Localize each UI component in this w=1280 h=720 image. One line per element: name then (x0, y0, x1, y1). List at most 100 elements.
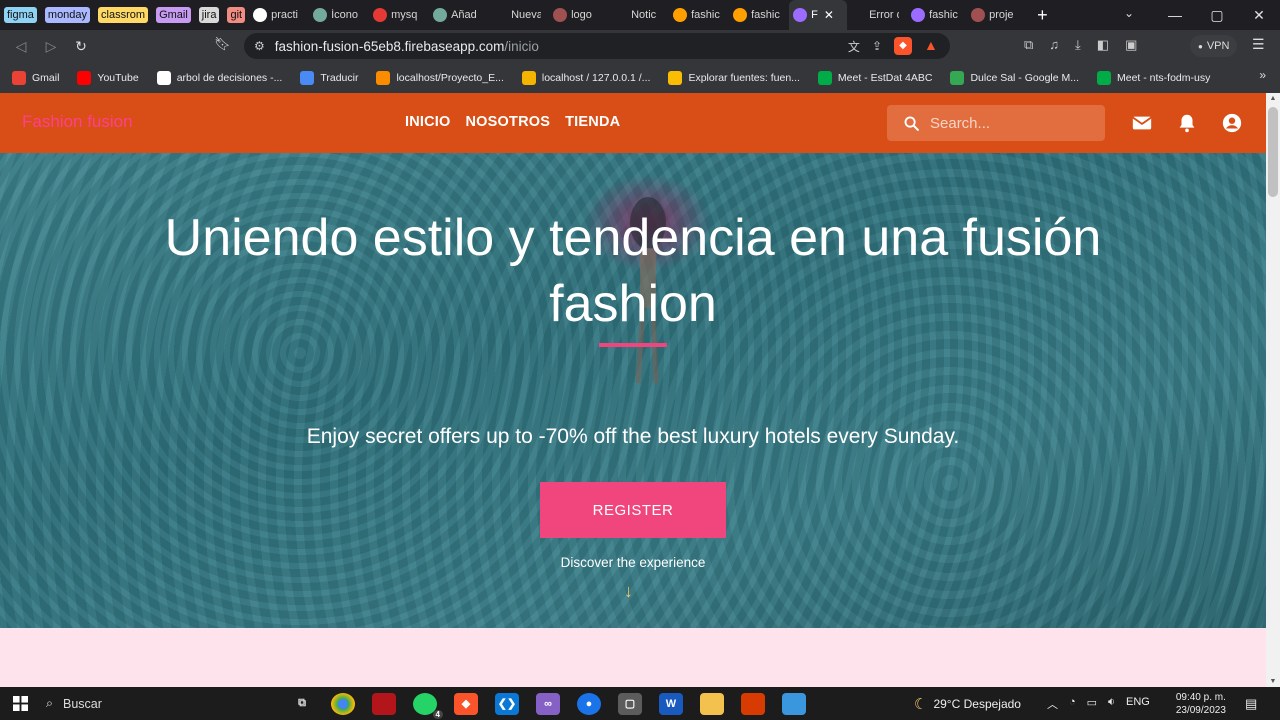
nav-nosotros[interactable]: NOSOTROS (466, 114, 551, 130)
browser-tab[interactable]: fashic (907, 0, 967, 30)
page-scrollbar[interactable]: ▲ ▼ (1266, 93, 1280, 687)
bookmark-page-icon[interactable]: 🔖︎ (214, 36, 231, 52)
tab-group-label: monday (44, 7, 91, 23)
taskbar-search[interactable]: ⌕ Buscar (46, 696, 286, 711)
bookmark-favicon-icon (156, 70, 171, 85)
back-icon[interactable]: ◁ (6, 38, 36, 55)
whatsapp-icon[interactable]: 4 (413, 692, 443, 719)
browser-tab[interactable]: proje (967, 0, 1027, 30)
bookmark-item[interactable]: arbol de decisiones -... (156, 70, 282, 85)
visual-studio-icon[interactable]: ∞ (536, 692, 560, 715)
bookmark-tab-group-2[interactable]: classrom (94, 0, 152, 30)
office-icon[interactable] (741, 692, 765, 715)
address-bar[interactable]: ⚙ fashion-fusion-65eb8.firebaseapp.com/i… (244, 33, 950, 59)
browser-menu-icon[interactable]: ☰ (1252, 36, 1265, 53)
brave-icon[interactable]: ◆ (454, 692, 478, 715)
bookmark-item[interactable]: Gmail (12, 70, 60, 85)
translate-icon[interactable]: 文 (848, 38, 860, 55)
brave-rewards-icon[interactable]: ▲ (924, 37, 942, 55)
bookmark-item[interactable]: Meet - EstDat 4ABC (817, 70, 933, 85)
tab-favicon-icon (793, 8, 808, 22)
bookmark-label: Gmail (32, 71, 60, 84)
sidebar-icon[interactable]: ◧ (1097, 37, 1109, 53)
bookmark-tab-group-5[interactable]: git (223, 0, 249, 30)
browser-tab[interactable]: Añad (429, 0, 489, 30)
browser-tab[interactable]: fashic (669, 0, 729, 30)
app-icon-gray[interactable]: ▢ (618, 692, 642, 715)
network-icon[interactable]: ◔ (1069, 696, 1076, 712)
new-tab-button[interactable]: + (1037, 5, 1048, 26)
bookmark-item[interactable]: localhost/Proyecto_E... (376, 70, 504, 85)
bell-icon[interactable] (1176, 112, 1198, 134)
chrome-icon[interactable] (331, 692, 355, 715)
scroll-up-icon[interactable]: ▲ (1266, 95, 1280, 102)
notifications-icon[interactable]: ▤ (1245, 696, 1257, 712)
browser-tab[interactable]: logo (549, 0, 609, 30)
browser-tab[interactable]: practi (249, 0, 309, 30)
mail-icon[interactable] (1131, 112, 1153, 134)
extensions-icon[interactable]: ⧉ (1024, 37, 1033, 53)
site-logo[interactable]: Fashion fusion (22, 112, 133, 132)
bookmark-item[interactable]: YouTube (77, 70, 139, 85)
register-button[interactable]: REGISTER (540, 482, 726, 538)
browser-tab[interactable]: Error de p (847, 0, 907, 30)
bookmark-tab-group-0[interactable]: figma (0, 0, 41, 30)
scroll-down-icon[interactable]: ▼ (1266, 678, 1280, 685)
nav-tienda[interactable]: TIENDA (565, 114, 620, 130)
app-icon-red[interactable] (372, 692, 396, 715)
media-icon[interactable]: ♫ (1049, 37, 1059, 53)
nav-inicio[interactable]: INICIO (405, 114, 451, 130)
scrollbar-thumb[interactable] (1268, 107, 1278, 197)
brave-shields-icon[interactable]: ◆ (894, 37, 912, 55)
bookmark-item[interactable]: Dulce Sal - Google M... (950, 70, 1079, 85)
maps-icon[interactable]: ● (577, 692, 601, 715)
vscode-icon[interactable]: ❮❯ (495, 692, 519, 715)
volume-icon[interactable]: 🔉︎ (1108, 696, 1115, 712)
bookmark-item[interactable]: localhost / 127.0.0.1 /... (521, 70, 650, 85)
more-bookmarks-icon[interactable]: » (1259, 68, 1266, 82)
search-input[interactable] (930, 114, 1090, 132)
browser-tab[interactable]: Nueva pes (489, 0, 549, 30)
battery-icon[interactable]: ▭ (1087, 696, 1097, 712)
discover-link[interactable]: Discover the experience (0, 555, 1266, 570)
browser-tab[interactable]: F ✕ (789, 0, 848, 30)
download-icon[interactable]: ⤓ (1075, 37, 1081, 53)
wallet-icon[interactable]: ▣ (1125, 37, 1137, 53)
task-view-icon[interactable]: ⧉ (290, 693, 314, 715)
taskbar-search-label: Buscar (63, 696, 102, 711)
minimize-button[interactable]: — (1154, 7, 1196, 23)
file-explorer-icon[interactable] (700, 692, 724, 715)
bookmark-label: Meet - EstDat 4ABC (837, 71, 933, 84)
word-icon[interactable]: W (659, 692, 683, 715)
forward-icon[interactable]: ▷ (36, 38, 66, 55)
account-icon[interactable] (1221, 112, 1243, 134)
maximize-button[interactable]: ▢ (1196, 7, 1238, 24)
browser-tab[interactable]: mysq (369, 0, 429, 30)
url-text[interactable]: fashion-fusion-65eb8.firebaseapp.com/ini… (275, 39, 539, 54)
tab-search-chevron-icon[interactable]: ⌄ (1124, 6, 1134, 20)
language-indicator[interactable]: ENG (1126, 696, 1150, 712)
hero-subtitle: Enjoy secret offers up to -70% off the b… (306, 425, 960, 448)
browser-tab[interactable]: fashic (729, 0, 789, 30)
browser-tab[interactable]: Notic (609, 0, 669, 30)
bookmark-favicon-icon (950, 70, 965, 85)
bookmark-tab-group-3[interactable]: Gmail (152, 0, 195, 30)
tray-chevron-icon[interactable]: ︿ (1047, 696, 1058, 712)
weather-widget[interactable]: ☾ 29°C Despejado (914, 695, 1021, 713)
start-button[interactable] (0, 696, 40, 711)
site-info-icon[interactable]: ⚙ (254, 39, 265, 53)
bookmark-item[interactable]: Meet - nts-fodm-usy (1097, 70, 1210, 85)
close-window-button[interactable]: ✕ (1238, 7, 1280, 24)
bookmark-item[interactable]: Traducir (300, 70, 358, 85)
share-icon[interactable]: ⇪ (872, 39, 882, 53)
close-tab-icon[interactable]: ✕ (824, 8, 834, 22)
browser-tab[interactable]: Ícono (309, 0, 369, 30)
bookmark-tab-group-4[interactable]: jira (195, 0, 224, 30)
app-icon-blue[interactable] (782, 692, 806, 715)
bookmark-item[interactable]: Explorar fuentes: fuen... (668, 70, 800, 85)
bookmark-tab-group-1[interactable]: monday (41, 0, 94, 30)
vpn-button[interactable]: ● VPN (1190, 35, 1238, 57)
reload-icon[interactable]: ↻ (66, 38, 96, 55)
arrow-down-icon[interactable]: ↓ (624, 581, 633, 602)
clock[interactable]: 09:40 p. m. 23/09/2023 (1176, 691, 1226, 717)
